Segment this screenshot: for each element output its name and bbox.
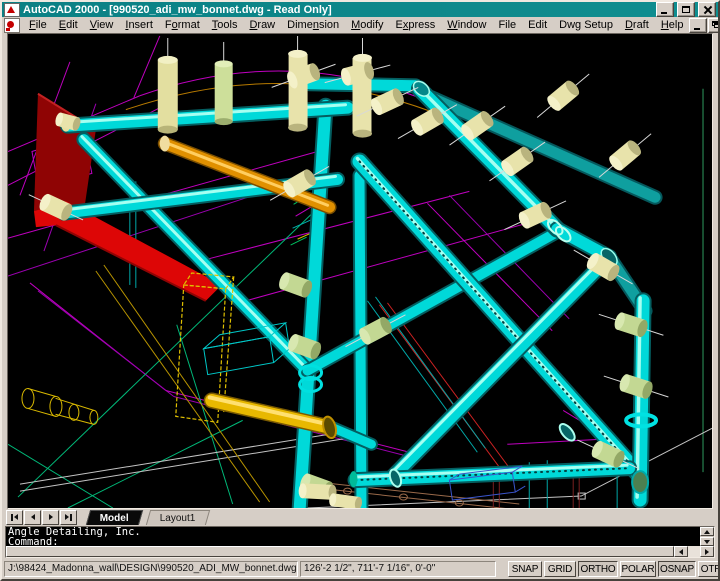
menu-format[interactable]: Format (159, 18, 206, 32)
status-toggles: SNAPGRIDORTHOPOLAROSNAPOTRACK (508, 561, 720, 577)
close-button[interactable] (698, 2, 716, 17)
maximize-button[interactable] (677, 2, 695, 17)
scroll-down-button[interactable] (700, 537, 714, 546)
toggle-otrack[interactable]: OTRACK (698, 561, 720, 577)
scroll-right-button[interactable] (700, 546, 714, 557)
command-vertical-scrollbar[interactable] (700, 527, 714, 546)
command-history-line: Angle Detailing, Inc. (8, 528, 698, 538)
tab-layout1-label: Layout1 (160, 512, 196, 523)
arrow-up-icon (704, 530, 710, 534)
menu-items: FileEditViewInsertFormatToolsDrawDimensi… (23, 18, 689, 32)
tab-nav-next-button[interactable] (42, 510, 59, 525)
menu-dimension[interactable]: Dimension (281, 18, 345, 32)
command-prompt: Command: (8, 538, 698, 547)
first-icon-arrow (14, 514, 18, 520)
scrollbar-track[interactable] (688, 546, 700, 557)
tab-layout1[interactable]: Layout1 (146, 510, 210, 525)
scrollbar-thumb[interactable] (6, 546, 674, 557)
file-path-readout: J:\98424_Madonna_wall\DESIGN\990520_ADI_… (4, 561, 298, 577)
toggle-polar[interactable]: POLAR (620, 561, 656, 577)
yellow-wire-cylinders (22, 389, 98, 425)
first-icon (11, 514, 13, 521)
next-icon (49, 514, 53, 520)
doc-restore-button[interactable] (708, 18, 720, 33)
arrow-left-icon (679, 549, 683, 555)
menu-draw[interactable]: Draw (243, 18, 281, 32)
title-bar: AutoCAD 2000 - [990520_adi_mw_bonnet.dwg… (2, 2, 718, 17)
arrow-down-icon (704, 540, 710, 544)
status-bar: J:\98424_Madonna_wall\DESIGN\990520_ADI_… (2, 559, 718, 579)
tab-model-label: Model (100, 512, 129, 523)
doc-minimize-button[interactable] (689, 18, 707, 33)
toggle-ortho[interactable]: ORTHO (578, 561, 618, 577)
menu-draft[interactable]: Draft (619, 18, 655, 32)
drawing-canvas[interactable] (8, 34, 712, 508)
command-text-row: Angle Detailing, Inc.Command: (6, 527, 714, 546)
cylinder-stub (531, 67, 595, 124)
tab-nav-prev-button[interactable] (24, 510, 41, 525)
menu-help[interactable]: Help (655, 18, 690, 32)
toggle-grid[interactable]: GRID (544, 561, 576, 577)
cylinder-tall (215, 42, 233, 125)
document-window-controls (689, 18, 720, 33)
menu-view[interactable]: View (84, 18, 120, 32)
coordinates-readout: 126'-2 1/2", 711'-7 1/16", 0'-0" (300, 561, 496, 577)
restore-icon-front (714, 23, 720, 28)
cylinder-stub-green (596, 306, 666, 344)
autocad-window: AutoCAD 2000 - [990520_adi_mw_bonnet.dwg… (0, 0, 720, 581)
menu-tools[interactable]: Tools (206, 18, 244, 32)
tab-nav-last-button[interactable] (60, 510, 77, 525)
prev-icon (31, 514, 35, 520)
command-line-input[interactable]: Angle Detailing, Inc.Command: (6, 527, 700, 546)
menu-window[interactable]: Window (441, 18, 492, 32)
close-icon (703, 6, 711, 14)
command-box: Angle Detailing, Inc.Command: (5, 526, 715, 558)
maximize-icon (682, 6, 690, 13)
cylinder-tall (158, 38, 178, 134)
tab-nav-first-button[interactable] (6, 510, 23, 525)
command-window: Angle Detailing, Inc.Command: (2, 525, 718, 559)
minimize-button[interactable] (656, 2, 674, 17)
drawing-file-icon[interactable] (4, 18, 20, 33)
toggle-snap[interactable]: SNAP (508, 561, 542, 577)
menu-file[interactable]: File (23, 18, 53, 32)
layout-tab-bar: Model Layout1 (2, 509, 718, 525)
minimize-icon (661, 12, 667, 14)
last-icon-bar (70, 514, 72, 521)
toggle-osnap[interactable]: OSNAP (658, 561, 696, 577)
menu-file[interactable]: File (492, 18, 522, 32)
menu-bar: FileEditViewInsertFormatToolsDrawDimensi… (2, 17, 718, 33)
command-horizontal-scrollbar[interactable] (6, 546, 714, 557)
last-icon (65, 514, 69, 520)
autocad-logo-icon (4, 3, 20, 17)
tab-model[interactable]: Model (86, 510, 143, 525)
drawing-viewport (7, 33, 713, 509)
scroll-up-button[interactable] (700, 527, 714, 536)
arrow-right-icon (705, 549, 709, 555)
menu-express[interactable]: Express (390, 18, 442, 32)
menu-edit[interactable]: Edit (53, 18, 84, 32)
menu-modify[interactable]: Modify (345, 18, 389, 32)
cylinder-tall (353, 38, 372, 138)
menu-edit[interactable]: Edit (522, 18, 553, 32)
scroll-left-button[interactable] (674, 546, 688, 557)
menu-insert[interactable]: Insert (119, 18, 159, 32)
minimize-icon (694, 28, 700, 30)
window-title: AutoCAD 2000 - [990520_adi_mw_bonnet.dwg… (23, 3, 653, 17)
menu-dwg-setup[interactable]: Dwg Setup (553, 18, 619, 32)
